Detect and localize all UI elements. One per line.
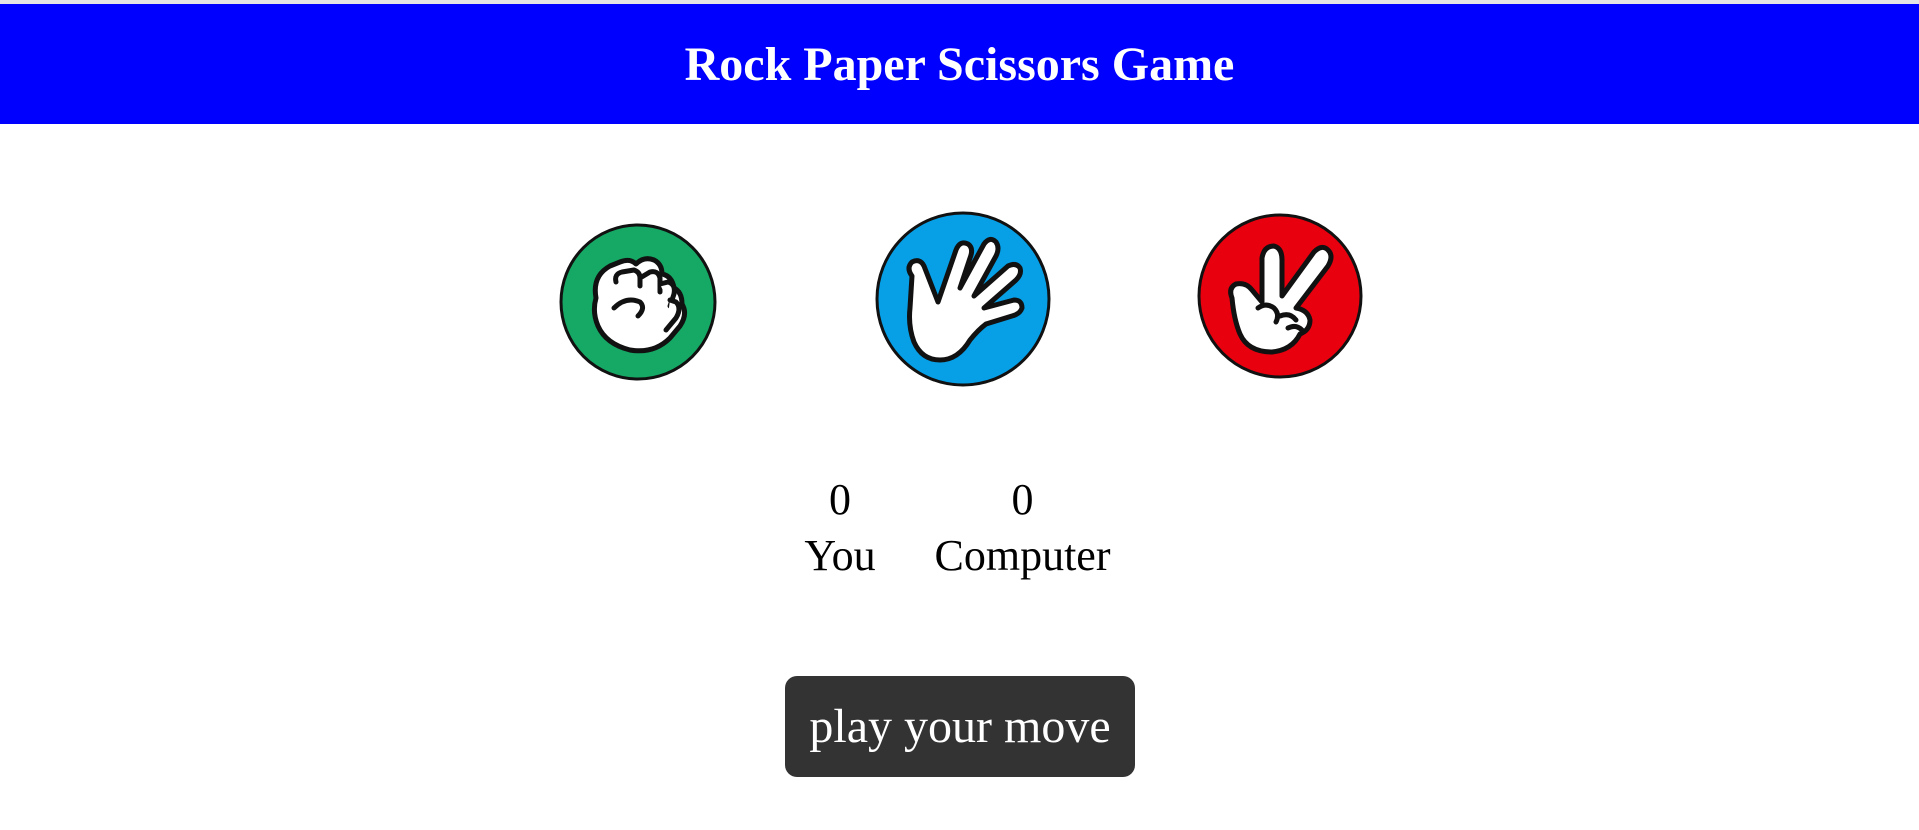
scissors-choice[interactable] [1196,212,1364,380]
paper-choice[interactable] [874,210,1052,388]
computer-score-label: Computer [934,531,1111,580]
rock-choice[interactable] [558,222,718,382]
message-button[interactable]: play your move [785,676,1135,777]
paper-hand-icon [875,211,1051,387]
user-score-panel: 0 You [800,472,880,584]
scissors-hand-icon [1197,213,1363,379]
computer-score-panel: 0 Computer [920,472,1125,584]
user-score-label: You [804,531,876,580]
computer-score-value: 0 [1011,475,1034,524]
user-score-value: 0 [829,475,851,524]
rock-fist-icon [559,223,717,381]
